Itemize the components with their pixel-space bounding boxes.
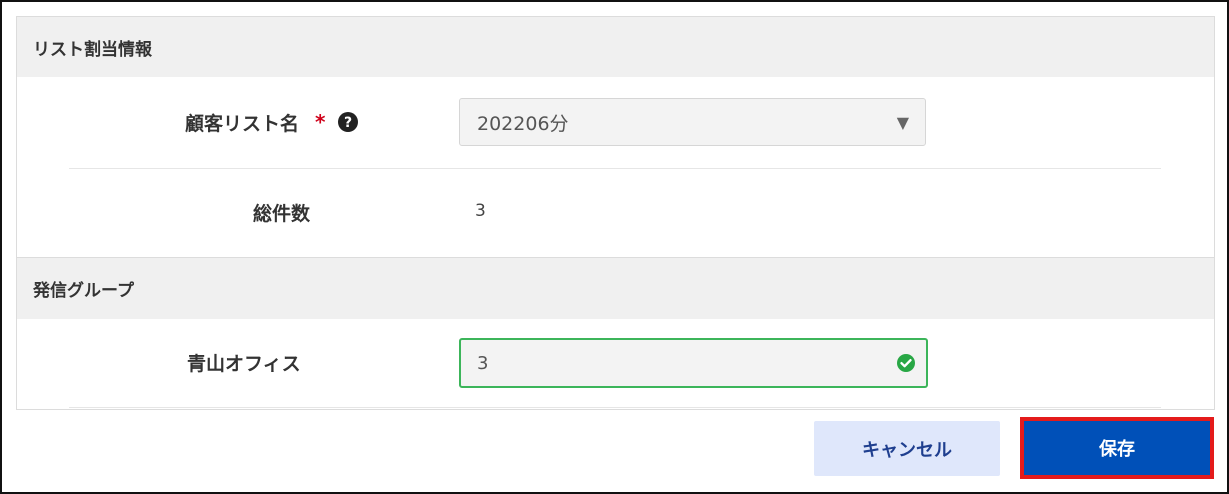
cancel-button[interactable]: キャンセル bbox=[814, 421, 1000, 476]
row-divider bbox=[69, 168, 1161, 169]
section-header-list-assignment: リスト割当情報 bbox=[17, 17, 1214, 77]
customer-list-select[interactable]: 202206分 ▼ bbox=[459, 98, 926, 146]
office-count-input[interactable]: 3 bbox=[459, 338, 928, 388]
form-card: リスト割当情報 顧客リスト名 * ? 202206分 ▼ 総件数 3 発信グルー… bbox=[16, 16, 1215, 410]
question-circle-icon[interactable]: ? bbox=[337, 111, 359, 133]
svg-text:?: ? bbox=[344, 115, 352, 131]
customer-list-label: 顧客リスト名 bbox=[185, 112, 300, 135]
customer-list-label-group: 顧客リスト名 * ? bbox=[185, 107, 359, 137]
row-divider bbox=[69, 407, 1161, 408]
dialog-frame: リスト割当情報 顧客リスト名 * ? 202206分 ▼ 総件数 3 発信グルー… bbox=[0, 0, 1229, 494]
section-header-call-group: 発信グループ bbox=[17, 257, 1214, 319]
check-circle-icon bbox=[896, 353, 916, 373]
office-count-value: 3 bbox=[477, 352, 489, 374]
section-title: 発信グループ bbox=[33, 281, 134, 301]
required-mark: * bbox=[315, 110, 326, 134]
customer-list-selected-value: 202206分 bbox=[477, 112, 569, 135]
office-label: 青山オフィス bbox=[187, 352, 301, 375]
triangle-down-icon: ▼ bbox=[896, 112, 909, 132]
total-count-label: 総件数 bbox=[253, 202, 311, 225]
save-button[interactable]: 保存 bbox=[1024, 421, 1210, 475]
total-count-value: 3 bbox=[475, 201, 486, 221]
section-title: リスト割当情報 bbox=[33, 39, 152, 60]
